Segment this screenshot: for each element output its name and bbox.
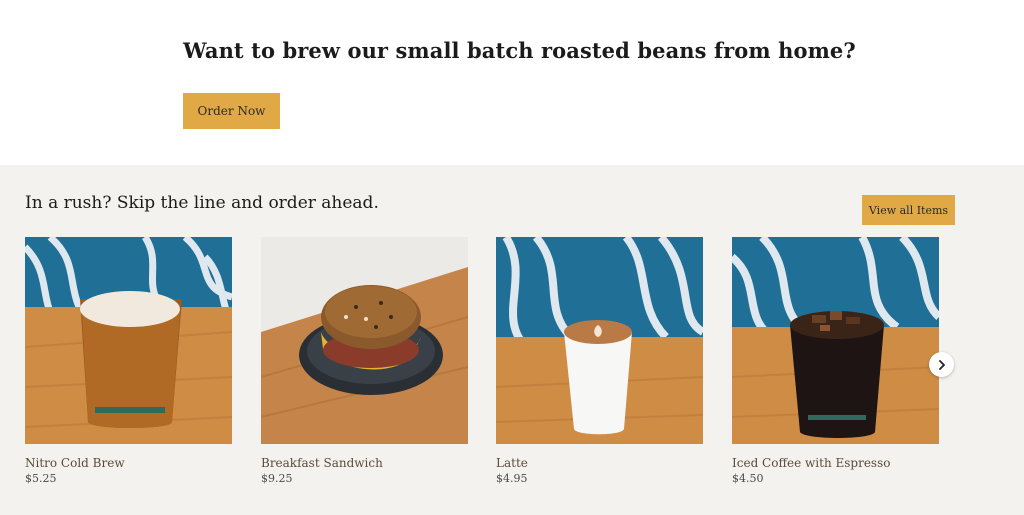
product-card[interactable]: Iced Coffee with Espresso $4.50 [732,237,939,485]
product-card[interactable]: Nitro Cold Brew $5.25 [25,237,232,485]
promo-headline: Want to brew our small batch roasted bea… [183,38,856,63]
product-name[interactable]: Latte [496,456,528,470]
product-name[interactable]: Nitro Cold Brew [25,456,125,470]
product-price: $5.25 [25,472,57,485]
nitro-cold-brew-image[interactable] [25,237,232,444]
product-card[interactable]: Latte $4.95 [496,237,703,485]
breakfast-sandwich-image[interactable] [261,237,468,444]
product-price: $4.95 [496,472,528,485]
promo-section: Want to brew our small batch roasted bea… [0,0,1024,165]
product-price: $4.50 [732,472,764,485]
product-card[interactable]: Breakfast Sandwich $9.25 [261,237,468,485]
product-name[interactable]: Iced Coffee with Espresso [732,456,890,470]
order-ahead-section: In a rush? Skip the line and order ahead… [0,165,1024,515]
product-price: $9.25 [261,472,293,485]
order-now-button[interactable]: Order Now [183,93,280,129]
carousel-next-button[interactable] [929,352,954,377]
view-all-items-button[interactable]: View all Items [862,195,955,225]
iced-coffee-image[interactable] [732,237,939,444]
order-ahead-title: In a rush? Skip the line and order ahead… [25,193,379,213]
latte-image[interactable] [496,237,703,444]
product-name[interactable]: Breakfast Sandwich [261,456,383,470]
chevron-right-icon [938,359,945,370]
